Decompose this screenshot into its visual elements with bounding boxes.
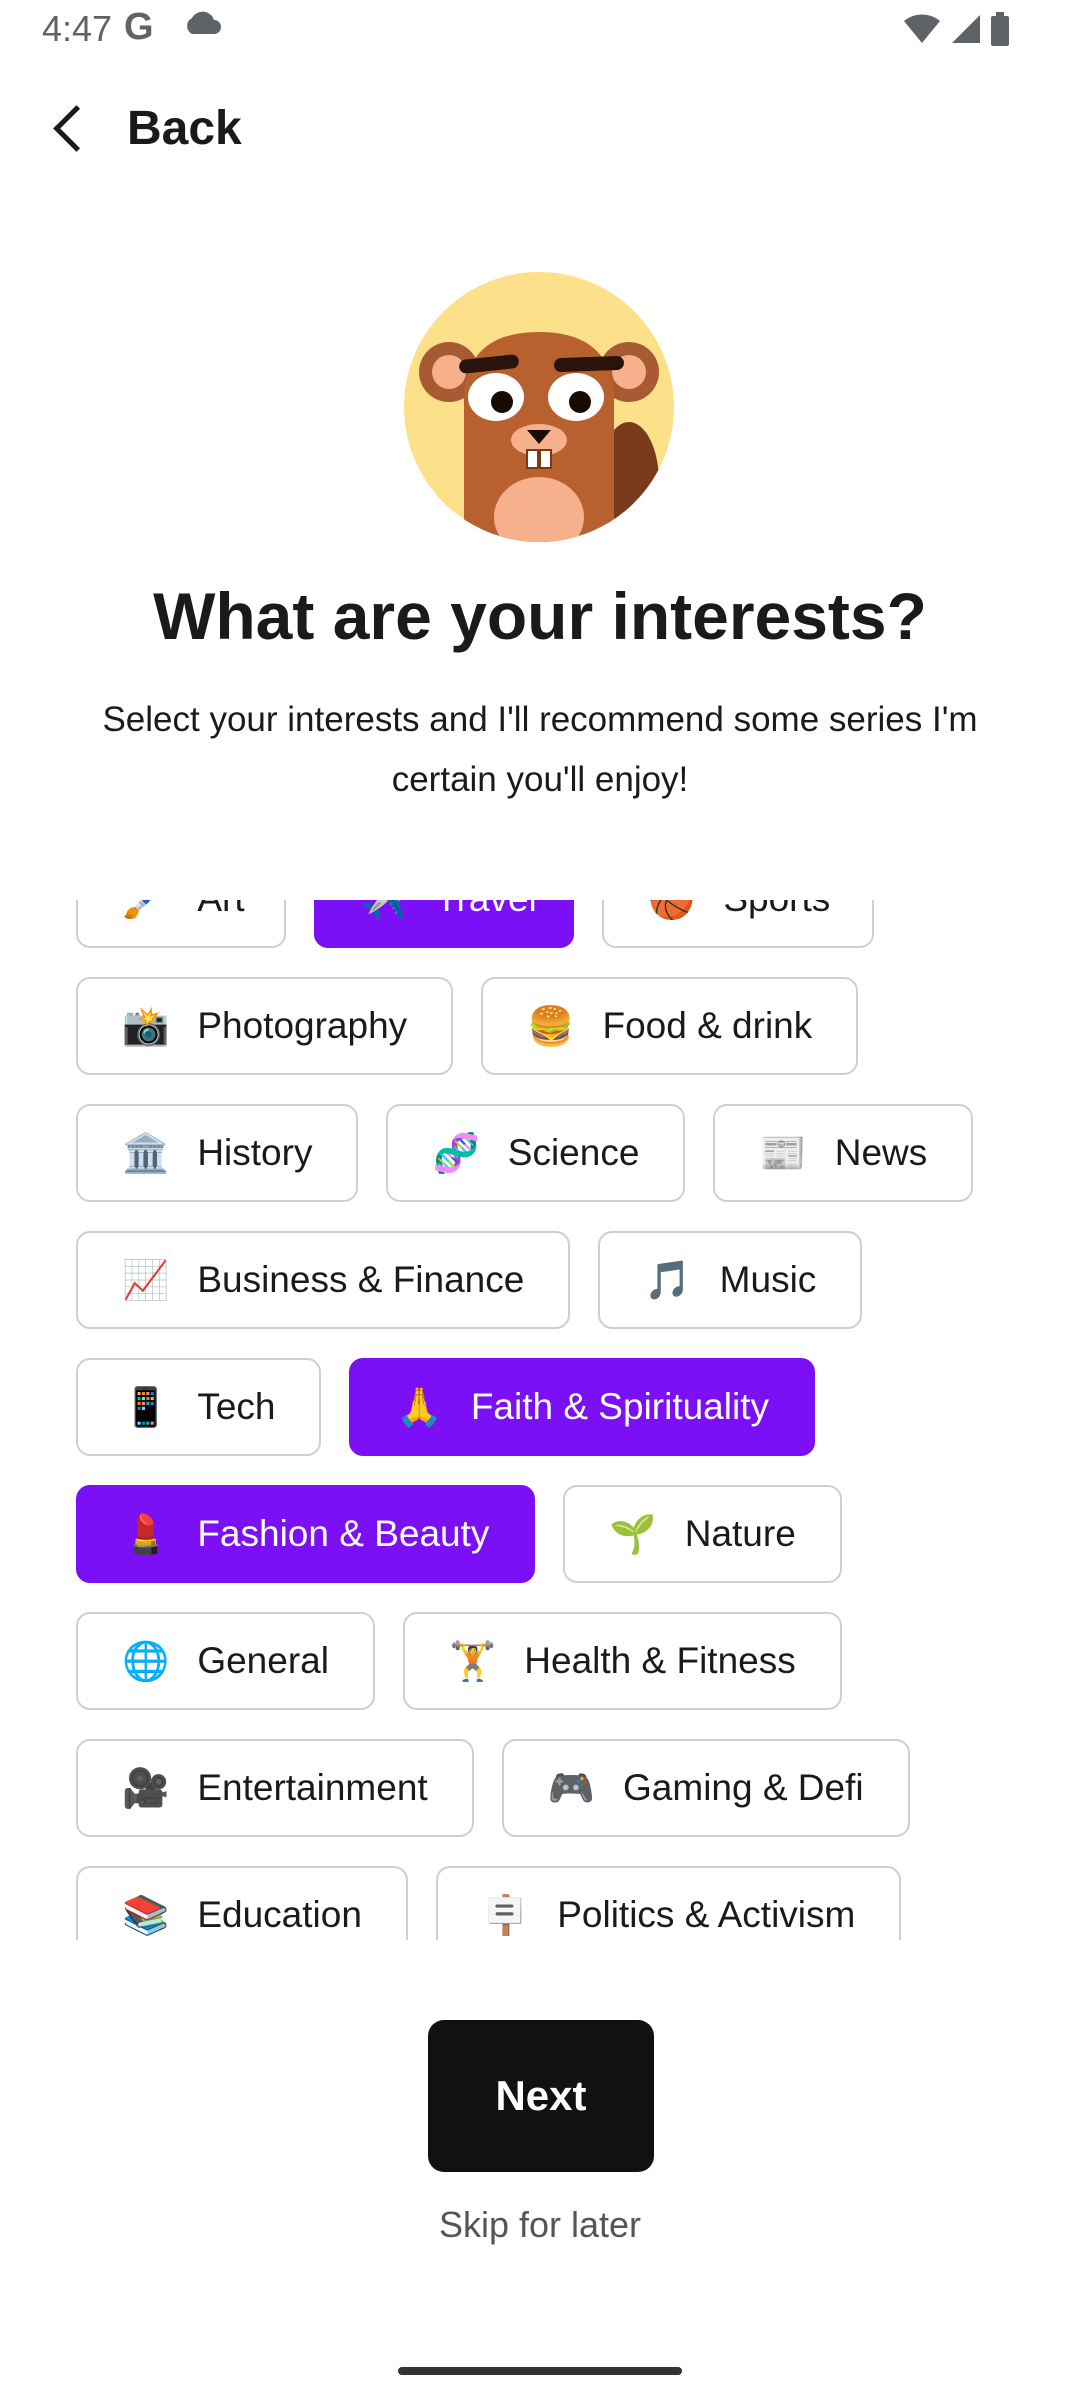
chip-music[interactable]: 🎵 Music: [598, 1231, 863, 1329]
dna-icon: 🧬: [432, 1130, 480, 1175]
chip-label: Education: [197, 1894, 362, 1935]
chip-photography[interactable]: 📸 Photography: [76, 977, 454, 1075]
next-button[interactable]: Next: [428, 2020, 654, 2172]
gamepad-icon: 🎮: [547, 1765, 596, 1810]
chip-label: Sports: [723, 900, 830, 920]
chip-education[interactable]: 📚 Education: [76, 1866, 408, 1940]
chip-history[interactable]: 🏛️ History: [76, 1104, 359, 1202]
chip-food-drink[interactable]: 🍔 Food & drink: [481, 977, 859, 1075]
chip-label: Science: [507, 1132, 640, 1173]
airplane-icon: ✈️: [360, 900, 407, 922]
status-bar: 4:47 G: [0, 0, 1080, 62]
chip-fashion-beauty[interactable]: 💄 Fashion & Beauty: [76, 1485, 536, 1583]
books-icon: 📚: [122, 1892, 170, 1937]
chip-politics-activism[interactable]: 🪧 Politics & Activism: [435, 1866, 902, 1940]
basketball-icon: 🏀: [648, 900, 695, 922]
paintbrush-icon: 🖌️: [122, 900, 169, 922]
chip-business-finance[interactable]: 📈 Business & Finance: [76, 1231, 571, 1329]
chip-label: Food & drink: [602, 1005, 813, 1046]
chip-row: 📈 Business & Finance 🎵 Music: [76, 1231, 863, 1329]
lipstick-icon: 💄: [122, 1511, 170, 1556]
chip-label: Tech: [197, 1386, 276, 1427]
beaver-mascot-avatar: [404, 272, 674, 542]
chip-faith-spirituality[interactable]: 🙏 Faith & Spirituality: [349, 1358, 815, 1456]
back-label: Back: [127, 101, 242, 155]
seedling-icon: 🌱: [609, 1511, 657, 1556]
music-note-icon: 🎵: [644, 1257, 692, 1302]
status-icons: [902, 12, 1010, 51]
chip-nature[interactable]: 🌱 Nature: [563, 1485, 842, 1583]
interests-list[interactable]: 🖌️ Art ✈️ Travel 🏀 Sports 📸 Photography 🍔 Foo…: [0, 900, 1080, 1940]
chip-row: 📚 Education 🪧 Politics & Activism: [76, 1866, 902, 1940]
chip-row: 🎥 Entertainment 🎮 Gaming & Defi: [76, 1739, 910, 1837]
chip-label: News: [834, 1132, 928, 1173]
page-title: What are your interests?: [153, 579, 927, 653]
chip-general[interactable]: 🌐 General: [76, 1612, 375, 1710]
google-icon: G: [124, 6, 154, 48]
chip-label: Politics & Activism: [557, 1894, 856, 1935]
newspaper-icon: 📰: [759, 1130, 807, 1175]
chip-label: Faith & Spirituality: [470, 1386, 769, 1427]
chip-label: Travel: [435, 900, 536, 920]
chip-art[interactable]: 🖌️ Art: [76, 900, 286, 948]
skip-for-later-link[interactable]: Skip for later: [0, 2204, 1080, 2246]
chip-label: Art: [197, 900, 244, 920]
classical-building-icon: 🏛️: [122, 1130, 170, 1175]
chip-label: Music: [719, 1259, 817, 1300]
chip-row: 📱 Tech 🙏 Faith & Spirituality: [76, 1358, 815, 1456]
burger-icon: 🍔: [527, 1003, 575, 1048]
placard-icon: 🪧: [481, 1892, 530, 1937]
phone-icon: 📱: [122, 1384, 170, 1429]
battery-icon: [990, 12, 1010, 51]
chip-sports[interactable]: 🏀 Sports: [602, 900, 874, 948]
chip-label: Fashion & Beauty: [197, 1513, 490, 1554]
cloud-icon: [182, 10, 222, 41]
page-subtitle: Select your interests and I'll recommend…: [102, 700, 978, 799]
chart-increasing-icon: 📈: [122, 1257, 170, 1302]
chip-label: Business & Finance: [197, 1259, 525, 1300]
chevron-left-icon: [53, 104, 100, 152]
chip-row: 🏛️ History 🧬 Science 📰 News: [76, 1104, 974, 1202]
home-indicator[interactable]: [398, 2367, 682, 2375]
chip-label: History: [197, 1132, 313, 1173]
movie-camera-icon: 🎥: [122, 1765, 170, 1810]
chip-label: Nature: [684, 1513, 796, 1554]
praying-hands-icon: 🙏: [395, 1384, 443, 1429]
back-button[interactable]: Back: [52, 96, 242, 160]
globe-icon: 🌐: [122, 1638, 170, 1683]
chip-row: 💄 Fashion & Beauty 🌱 Nature: [76, 1485, 842, 1583]
chip-label: Entertainment: [197, 1767, 428, 1808]
chip-row: 🖌️ Art ✈️ Travel 🏀 Sports: [76, 900, 874, 948]
weightlifter-icon: 🏋️: [448, 1638, 497, 1683]
chip-health-fitness[interactable]: 🏋️ Health & Fitness: [402, 1612, 842, 1710]
chip-science[interactable]: 🧬 Science: [386, 1104, 686, 1202]
chip-news[interactable]: 📰 News: [713, 1104, 974, 1202]
chip-label: Health & Fitness: [524, 1640, 796, 1681]
camera-icon: 📸: [122, 1003, 170, 1048]
signal-icon: [950, 13, 982, 50]
chip-row: 🌐 General 🏋️ Health & Fitness: [76, 1612, 842, 1710]
chip-gaming-defi[interactable]: 🎮 Gaming & Defi: [501, 1739, 910, 1837]
chip-travel[interactable]: ✈️ Travel: [314, 900, 574, 948]
status-time: 4:47: [42, 8, 113, 49]
chip-label: Photography: [197, 1005, 408, 1046]
chip-entertainment[interactable]: 🎥 Entertainment: [76, 1739, 474, 1837]
wifi-icon: [902, 13, 942, 50]
chip-row: 📸 Photography 🍔 Food & drink: [76, 977, 859, 1075]
chip-label: General: [197, 1640, 329, 1681]
chip-tech[interactable]: 📱 Tech: [76, 1358, 322, 1456]
chip-label: Gaming & Defi: [623, 1767, 864, 1808]
